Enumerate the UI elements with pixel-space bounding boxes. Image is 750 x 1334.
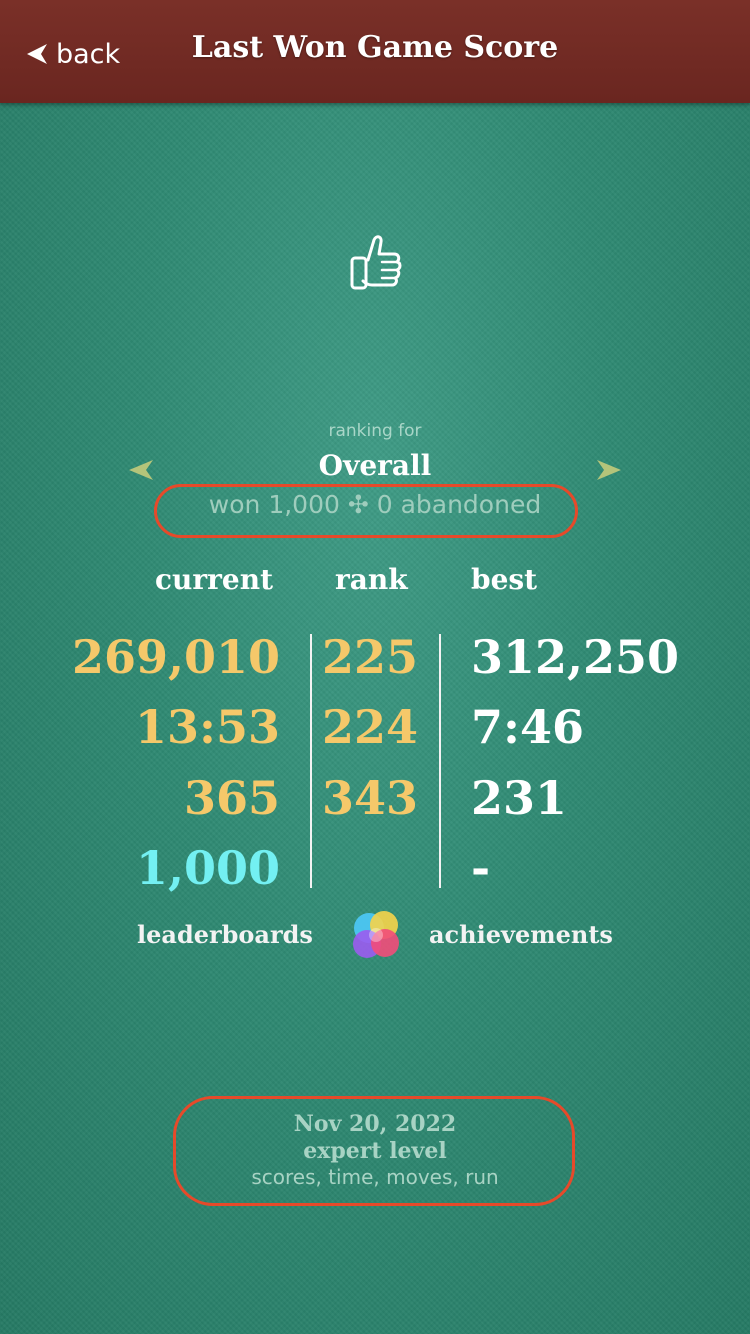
current-run-value: 1,000	[135, 841, 280, 895]
time-rank-value: 224	[322, 700, 419, 754]
page-title: Last Won Game Score	[191, 30, 559, 65]
navigation-bar: back Last Won Game Score	[0, 0, 750, 103]
current-moves-value: 365	[183, 771, 280, 825]
annotation-circle-footer	[173, 1096, 575, 1206]
column-header-current: current	[155, 563, 274, 596]
right-arrow-icon[interactable]	[595, 458, 623, 482]
column-header-rank: rank	[335, 563, 408, 596]
ranking-caption: ranking for	[328, 421, 422, 441]
column-divider	[310, 634, 312, 888]
best-score-value: 312,250	[471, 630, 680, 684]
current-time-value: 13:53	[134, 700, 280, 754]
annotation-circle-summary	[154, 484, 578, 538]
ranking-category: Overall	[318, 449, 432, 482]
score-rank-value: 225	[322, 630, 419, 684]
best-run-value: -	[471, 841, 491, 895]
best-time-value: 7:46	[471, 700, 585, 754]
moves-rank-value: 343	[322, 771, 419, 825]
leaderboards-link[interactable]: leaderboards	[137, 920, 313, 949]
best-moves-value: 231	[471, 771, 568, 825]
thumbs-up-icon	[350, 235, 402, 290]
column-header-best: best	[471, 563, 538, 596]
game-center-icon[interactable]	[349, 908, 403, 962]
column-divider	[439, 634, 441, 888]
achievements-link[interactable]: achievements	[429, 920, 613, 949]
current-score-value: 269,010	[71, 630, 280, 684]
